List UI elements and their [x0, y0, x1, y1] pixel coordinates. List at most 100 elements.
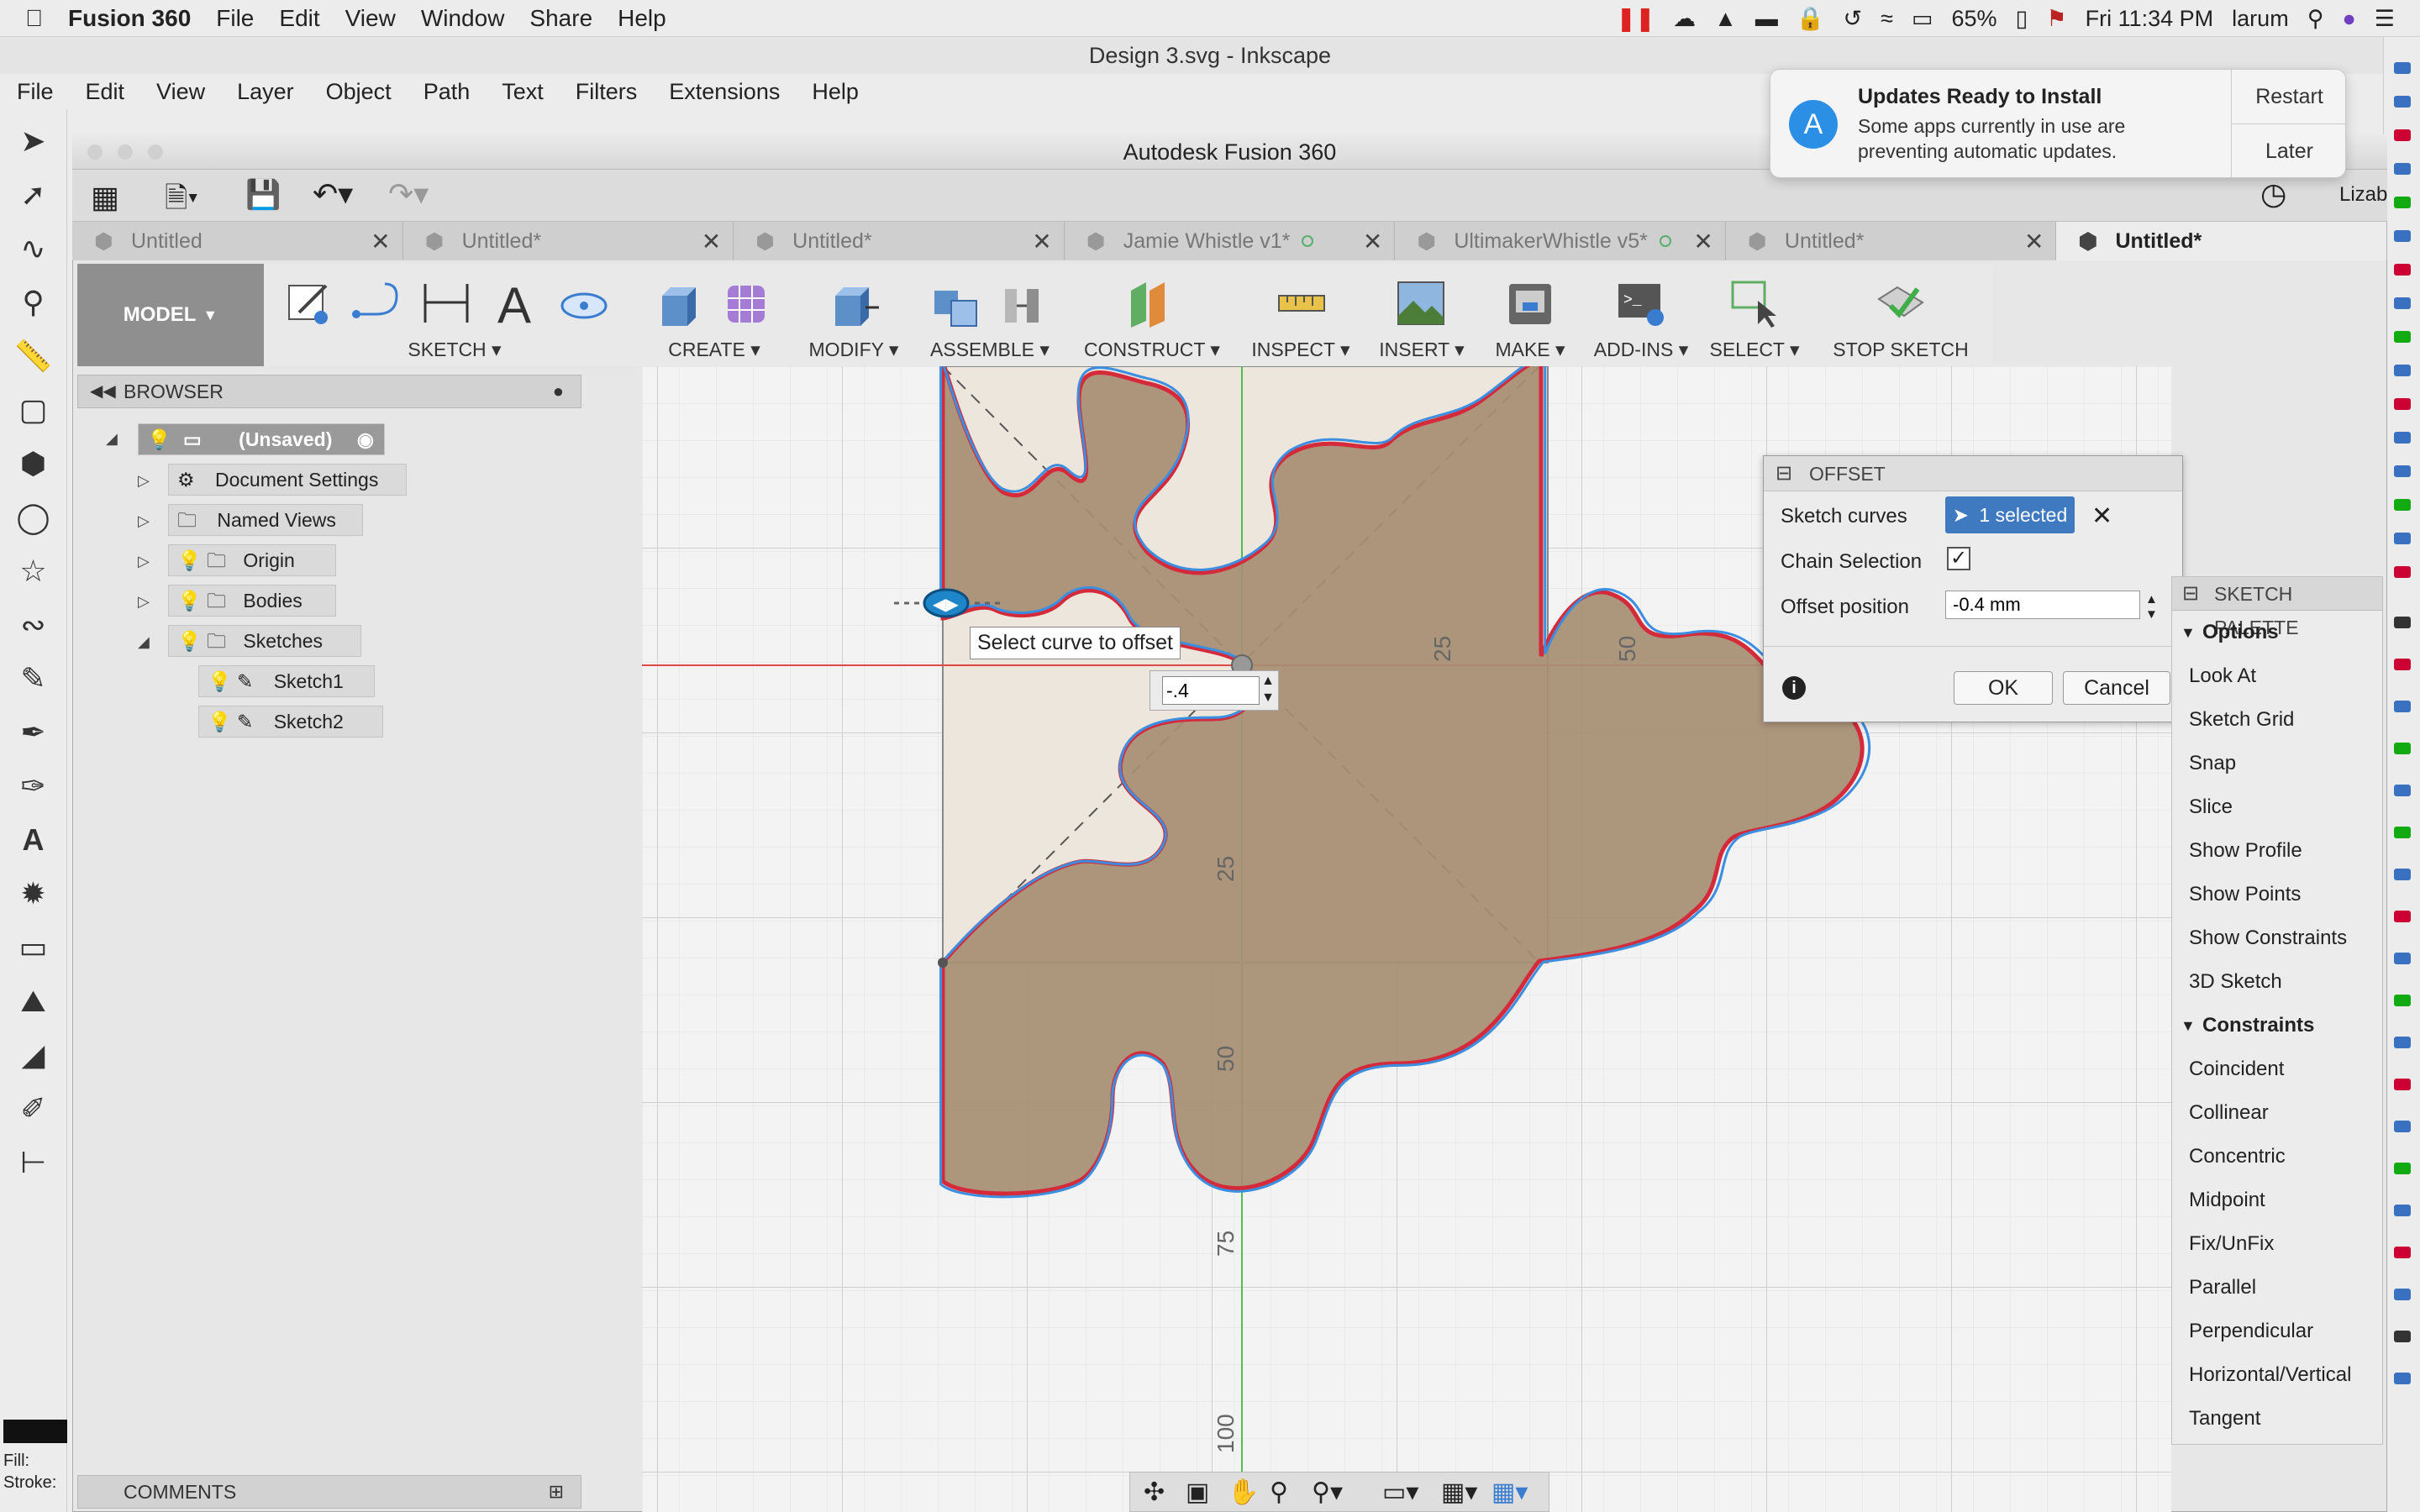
measure-icon[interactable]: 📏 [12, 334, 55, 378]
rect-icon[interactable]: ▢ [12, 388, 55, 432]
collapse-panel-icon[interactable]: ◀◀ [90, 375, 116, 407]
constraint-midpoint[interactable]: Midpoint [2172, 1179, 2382, 1222]
cloud-icon[interactable]: ☁ [1673, 6, 1696, 32]
menu-view[interactable]: View [345, 5, 396, 32]
pen-icon[interactable]: ✒ [12, 711, 55, 754]
redo-icon[interactable]: ↷▾ [388, 176, 429, 212]
select-arrow-icon[interactable]: ➤ [12, 119, 55, 163]
browser-root-node[interactable]: 💡 ▭ (Unsaved) ◉ [138, 423, 385, 455]
display-settings-icon[interactable]: ▭▾ [1382, 1478, 1418, 1507]
line-icon[interactable] [351, 277, 403, 329]
lightbulb-icon[interactable]: 💡 [208, 670, 232, 692]
constraint-parallel[interactable]: Parallel [2172, 1266, 2382, 1310]
insert-image-icon[interactable] [1395, 277, 1447, 329]
cancel-button[interactable]: Cancel [2063, 671, 2170, 705]
grid-settings-icon[interactable]: ▦▾ [1441, 1478, 1477, 1507]
ink-menu-path[interactable]: Path [424, 79, 471, 105]
tweak-icon[interactable]: ∿ [12, 227, 55, 270]
window-minimize-button[interactable] [118, 144, 133, 160]
expand-named-views-icon[interactable]: ▷ [138, 512, 150, 530]
close-tab-icon[interactable]: ✕ [702, 228, 721, 255]
file-menu-icon[interactable]: 🗎▾ [165, 178, 198, 226]
window-zoom-button[interactable] [148, 144, 163, 160]
option-snap[interactable]: Snap [2172, 742, 2382, 785]
info-icon[interactable]: i [1782, 676, 1806, 700]
lock-icon[interactable]: 🔒 [1797, 5, 1825, 32]
joint-icon[interactable] [997, 277, 1049, 329]
ink-menu-layer[interactable]: Layer [237, 79, 294, 105]
expand-document-settings-icon[interactable]: ▷ [138, 472, 150, 490]
activate-radio-icon[interactable]: ◉ [357, 424, 374, 454]
canvas-offset-input[interactable] [1162, 676, 1260, 705]
pin-icon[interactable]: ● [553, 375, 564, 407]
extrude-icon[interactable] [654, 277, 706, 329]
option-show-constraints[interactable]: Show Constraints [2172, 916, 2382, 960]
document-tab[interactable]: ⬢ UltimakerWhistle v5* ✕ [1395, 222, 1726, 260]
undo-icon[interactable]: ↶▾ [313, 176, 353, 212]
node-tool-icon[interactable]: ➚ [12, 173, 55, 217]
sketch-point-icon[interactable] [558, 277, 610, 329]
select-icon[interactable] [1728, 277, 1780, 329]
expand-bodies-icon[interactable]: ▷ [138, 593, 150, 611]
zoom-icon[interactable]: ⚲ [1270, 1478, 1288, 1507]
option-show-points[interactable]: Show Points [2172, 873, 2382, 916]
pencil-icon[interactable]: ✎ [12, 657, 55, 701]
constraint-collinear[interactable]: Collinear [2172, 1091, 2382, 1135]
sketch-palette-header[interactable]: ⊟ SKETCH PALETTE [2172, 577, 2382, 638]
option-3d-sketch[interactable]: 3D Sketch [2172, 960, 2382, 1004]
lightbulb-icon[interactable]: 💡 [177, 630, 202, 652]
ribbon-group-inspect[interactable]: INSPECT ▾ [1242, 264, 1360, 366]
close-tab-icon[interactable]: ✕ [1363, 228, 1382, 255]
option-sketch-grid[interactable]: Sketch Grid [2172, 698, 2382, 742]
eraser-icon[interactable]: ▭ [12, 926, 55, 969]
orbit-icon[interactable]: ✣ [1144, 1478, 1165, 1507]
3d-print-icon[interactable] [1504, 277, 1556, 329]
menu-window[interactable]: Window [421, 5, 505, 32]
box3d-icon[interactable]: ⬢ [12, 442, 55, 486]
ink-menu-extensions[interactable]: Extensions [669, 79, 780, 105]
ink-menu-file[interactable]: File [17, 79, 54, 105]
battery-box-icon[interactable]: ▬ [1755, 6, 1778, 32]
user-account[interactable]: Lizab [2339, 183, 2387, 207]
bucket-icon[interactable]: ⛰ [12, 979, 55, 1023]
menu-share[interactable]: Share [529, 5, 592, 32]
save-icon[interactable]: 💾 [245, 178, 281, 212]
stepper-icon[interactable]: ▲ ▼ [1261, 673, 1275, 706]
form-icon[interactable] [721, 277, 773, 329]
text-icon[interactable]: A [12, 818, 55, 862]
ribbon-group-insert[interactable]: INSERT ▾ [1370, 264, 1474, 366]
browser-item-named-views[interactable]: 🗀 Named Views [168, 504, 363, 536]
look-at-icon[interactable]: ▣ [1186, 1478, 1209, 1507]
collapse-dialog-icon[interactable]: ⊟ [1776, 456, 1792, 491]
pause-icon[interactable]: ❚❚ [1617, 6, 1655, 32]
constraint-horizontal-vertical[interactable]: Horizontal/Vertical [2172, 1353, 2382, 1397]
close-tab-icon[interactable]: ✕ [1032, 228, 1051, 255]
constraint-tangent[interactable]: Tangent [2172, 1397, 2382, 1441]
expand-origin-icon[interactable]: ▷ [138, 553, 150, 570]
list-icon[interactable]: ☰ [2375, 6, 2395, 32]
menu-file[interactable]: File [216, 5, 254, 32]
circle-icon[interactable]: ◯ [12, 496, 55, 539]
close-tab-icon[interactable]: ✕ [1693, 228, 1712, 255]
document-tab[interactable]: ⬢ Untitled* [2056, 222, 2388, 260]
constraint-perpendicular[interactable]: Perpendicular [2172, 1310, 2382, 1353]
gradient-icon[interactable]: ◢ [12, 1033, 55, 1077]
measure-icon[interactable] [1276, 277, 1328, 329]
clock[interactable]: Fri 11:34 PM [2086, 6, 2214, 32]
text-tool-icon[interactable]: A [489, 277, 541, 329]
ribbon-group-create[interactable]: CREATE ▾ [644, 264, 785, 366]
lightbulb-icon[interactable]: 💡 [208, 711, 232, 732]
star-icon[interactable]: ☆ [12, 549, 55, 593]
viewports-icon[interactable]: ▦▾ [1491, 1478, 1528, 1507]
document-tab[interactable]: ⬢ Jamie Whistle v1* ✕ [1065, 222, 1396, 260]
wifi-icon[interactable]: ≈ [1881, 6, 1893, 32]
browser-item-origin[interactable]: 💡 🗀 Origin [168, 544, 336, 576]
ribbon-group-sketch[interactable]: A SKETCH ▾ [274, 264, 635, 366]
ribbon-group-addins[interactable]: >_ ADD-INS ▾ [1586, 264, 1696, 366]
dropper-icon[interactable]: ✐ [12, 1087, 55, 1131]
data-panel-grid-icon[interactable]: ▦ [91, 180, 119, 215]
offset-stepper-icon[interactable]: ▲ ▼ [2145, 592, 2158, 622]
expand-root-icon[interactable]: ◢ [106, 430, 118, 448]
document-tab[interactable]: ⬢ Untitled* ✕ [403, 222, 734, 260]
browser-item-bodies[interactable]: 💡 🗀 Bodies [168, 585, 336, 617]
